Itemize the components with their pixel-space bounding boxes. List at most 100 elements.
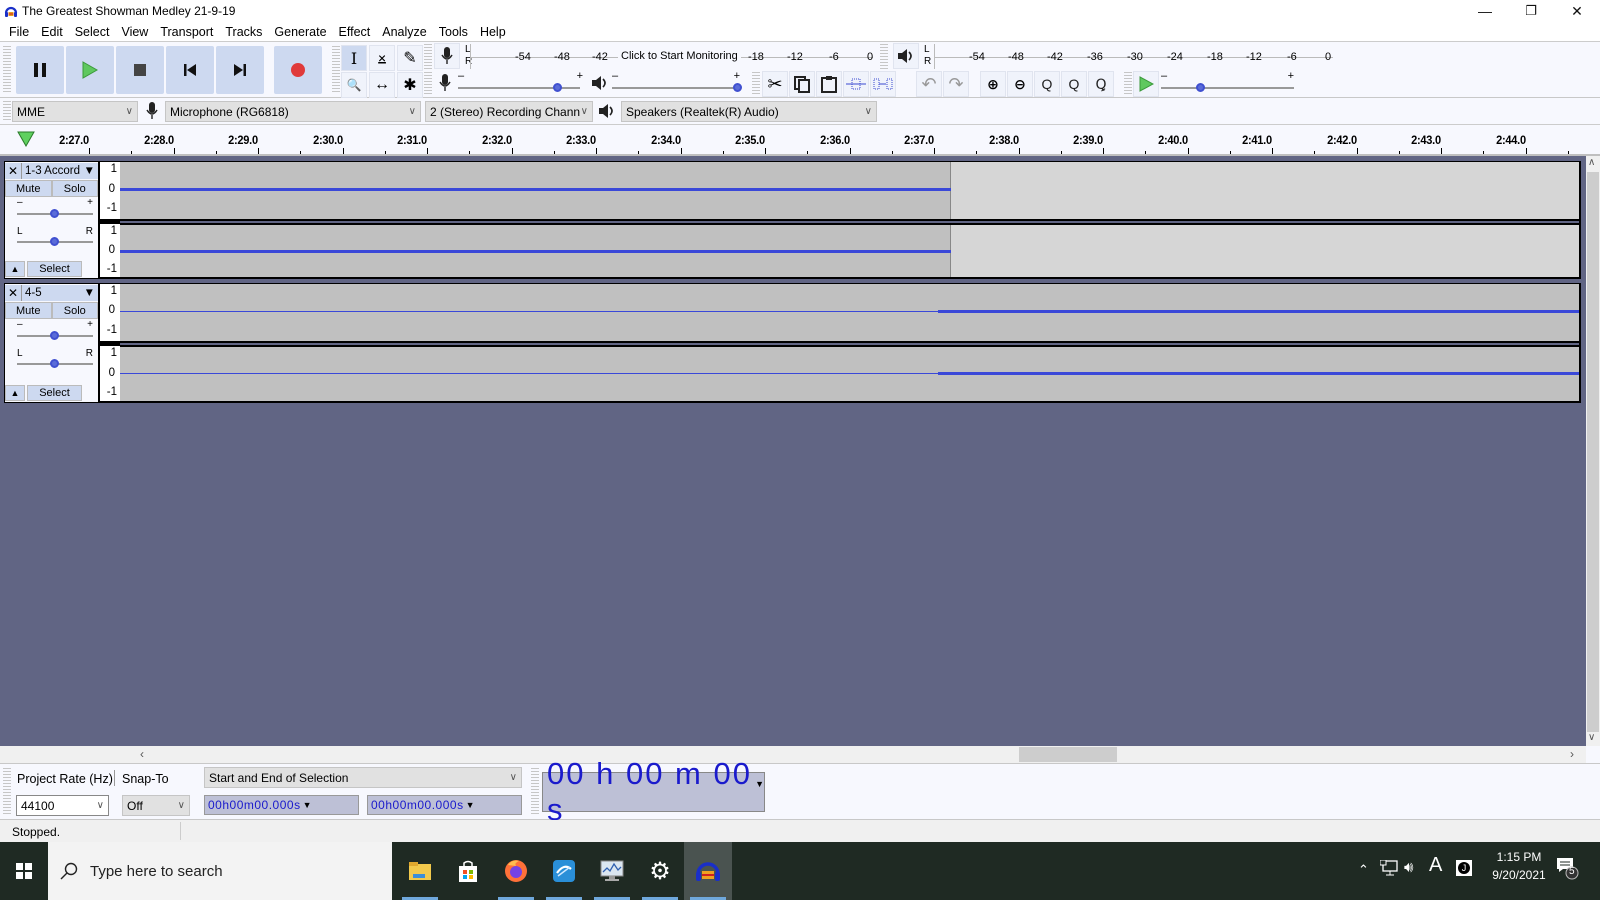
play-head-icon[interactable] — [17, 131, 35, 147]
redo-button[interactable]: ↷ — [943, 71, 969, 97]
skip-to-end-button[interactable] — [216, 46, 264, 94]
start-button[interactable] — [0, 842, 48, 900]
record-button[interactable] — [274, 46, 322, 94]
slider-thumb[interactable] — [50, 331, 59, 340]
taskbar-audacity[interactable] — [684, 842, 732, 900]
timeline-ruler[interactable]: 2:27.0 2:28.0 2:29.0 2:30.0 2:31.0 2:32.0 2:33… — [0, 125, 1600, 156]
close-button[interactable]: ✕ — [1554, 0, 1600, 22]
zoom-toggle-button[interactable]: Ꝗ — [1088, 71, 1114, 97]
scroll-down-icon[interactable]: ∨ — [1588, 732, 1595, 743]
slider-thumb[interactable] — [50, 359, 59, 368]
menu-edit[interactable]: Edit — [35, 25, 69, 39]
selection-mode-select[interactable]: Start and End of Selection ∨ — [204, 767, 522, 788]
transport-toolbar-grip[interactable] — [3, 46, 11, 94]
menu-select[interactable]: Select — [69, 25, 116, 39]
recording-device-select[interactable]: Microphone (RG6818) ∨ — [165, 101, 421, 122]
mute-button[interactable]: Mute — [5, 180, 52, 197]
zoom-tool-button[interactable]: 🔍 — [341, 72, 367, 98]
menu-tracks[interactable]: Tracks — [219, 25, 268, 39]
menu-tools[interactable]: Tools — [433, 25, 474, 39]
select-track-button[interactable]: Select — [27, 385, 82, 401]
playback-meter-button[interactable] — [893, 43, 919, 69]
menu-generate[interactable]: Generate — [268, 25, 332, 39]
playback-meter-grip[interactable] — [880, 44, 888, 69]
scrollbar-thumb[interactable] — [1019, 747, 1117, 762]
taskbar-file-explorer[interactable] — [396, 842, 444, 900]
menu-analyze[interactable]: Analyze — [376, 25, 432, 39]
fit-selection-button[interactable]: Q — [1034, 71, 1060, 97]
scroll-left-icon[interactable]: ‹ — [140, 747, 144, 761]
undo-button[interactable]: ↶ — [916, 71, 942, 97]
edit-toolbar-grip[interactable] — [752, 72, 760, 96]
tools-toolbar-grip[interactable] — [332, 46, 340, 94]
network-icon[interactable] — [1379, 859, 1398, 879]
menu-transport[interactable]: Transport — [154, 25, 219, 39]
recording-meter[interactable]: -54 -48 -42 Click to Start Monitoring -1… — [470, 44, 875, 69]
vertical-scrollbar[interactable]: ∧ ∨ — [1586, 156, 1600, 746]
play-at-speed-grip[interactable] — [1124, 72, 1132, 96]
select-track-button[interactable]: Select — [27, 261, 82, 277]
trim-audio-button[interactable] — [843, 71, 869, 97]
silence-audio-button[interactable] — [870, 71, 896, 97]
menu-effect[interactable]: Effect — [333, 25, 377, 39]
start-monitoring-prompt[interactable]: Click to Start Monitoring — [618, 50, 741, 62]
vertical-ruler[interactable]: 1 0 -1 — [100, 346, 120, 401]
taskbar-app-blue[interactable] — [540, 842, 588, 900]
play-button[interactable] — [66, 46, 114, 94]
gain-slider[interactable]: – + — [17, 319, 93, 342]
device-toolbar-grip[interactable] — [3, 101, 11, 121]
selection-toolbar-grip[interactable] — [3, 768, 11, 816]
menu-help[interactable]: Help — [474, 25, 512, 39]
waveform-channel-left[interactable] — [120, 162, 1579, 219]
envelope-tool-button[interactable]: ⨱ — [369, 45, 395, 71]
waveform-channel-right[interactable] — [120, 225, 1579, 277]
minimize-button[interactable]: — — [1462, 0, 1508, 22]
pause-button[interactable] — [16, 46, 64, 94]
mixer-toolbar-grip[interactable] — [424, 72, 432, 96]
playback-meter[interactable]: -54 -48 -42 -36 -30 -24 -18 -12 -6 0 — [934, 44, 1334, 69]
close-track-button[interactable]: ✕ — [5, 163, 22, 179]
taskbar-microsoft-store[interactable] — [444, 842, 492, 900]
menu-view[interactable]: View — [115, 25, 154, 39]
taskbar-search-box[interactable]: Type here to search — [48, 842, 392, 900]
pan-slider[interactable]: L R — [17, 226, 93, 248]
solo-button[interactable]: Solo — [51, 180, 98, 197]
vertical-ruler[interactable]: 1 0 -1 — [100, 224, 120, 277]
tray-app-icon[interactable]: J — [1456, 860, 1472, 876]
cut-button[interactable]: ✂ — [762, 71, 788, 97]
track-menu-button[interactable]: 4-5 ▼ — [22, 285, 98, 301]
scrollbar-thumb[interactable] — [1587, 172, 1599, 732]
slider-thumb[interactable] — [1195, 83, 1205, 92]
waveform-channel-left[interactable] — [120, 284, 1579, 341]
multi-tool-button[interactable]: ✱ — [397, 72, 423, 98]
zoom-out-button[interactable]: ⊖ — [1007, 71, 1033, 97]
waveform-channel-right[interactable] — [120, 347, 1579, 401]
play-speed-slider[interactable]: – + — [1161, 70, 1296, 95]
track-menu-button[interactable]: 1-3 Accord ▼ — [22, 163, 98, 179]
play-at-speed-button[interactable] — [1133, 71, 1159, 97]
time-shift-tool-button[interactable]: ↔ — [369, 72, 395, 98]
fit-project-button[interactable]: Q — [1061, 71, 1087, 97]
audio-host-select[interactable]: MME ∨ — [12, 101, 138, 122]
solo-button[interactable]: Solo — [51, 302, 98, 319]
recording-channels-select[interactable]: 2 (Stereo) Recording Chann ∨ — [425, 101, 593, 122]
record-volume-slider[interactable]: – + — [458, 70, 583, 95]
show-hidden-icons-button[interactable]: ⌃ — [1358, 862, 1369, 878]
selection-tool-button[interactable]: I — [341, 45, 367, 71]
taskbar-task-manager[interactable] — [588, 842, 636, 900]
zoom-in-button[interactable]: ⊕ — [980, 71, 1006, 97]
pan-slider[interactable]: L R — [17, 348, 93, 370]
gain-slider[interactable]: – + — [17, 197, 93, 220]
close-track-button[interactable]: ✕ — [5, 285, 22, 301]
slider-thumb[interactable] — [553, 83, 563, 92]
playback-volume-slider[interactable]: – + — [612, 70, 742, 95]
project-rate-select[interactable]: 44100 ∨ — [16, 795, 109, 816]
slider-thumb[interactable] — [50, 237, 59, 246]
menu-file[interactable]: File — [3, 25, 35, 39]
skip-to-start-button[interactable] — [166, 46, 214, 94]
action-center-button[interactable]: 5 — [1556, 856, 1580, 883]
paste-button[interactable] — [816, 71, 842, 97]
stop-button[interactable] — [116, 46, 164, 94]
slider-thumb[interactable] — [50, 209, 59, 218]
scroll-right-icon[interactable]: › — [1570, 747, 1574, 761]
